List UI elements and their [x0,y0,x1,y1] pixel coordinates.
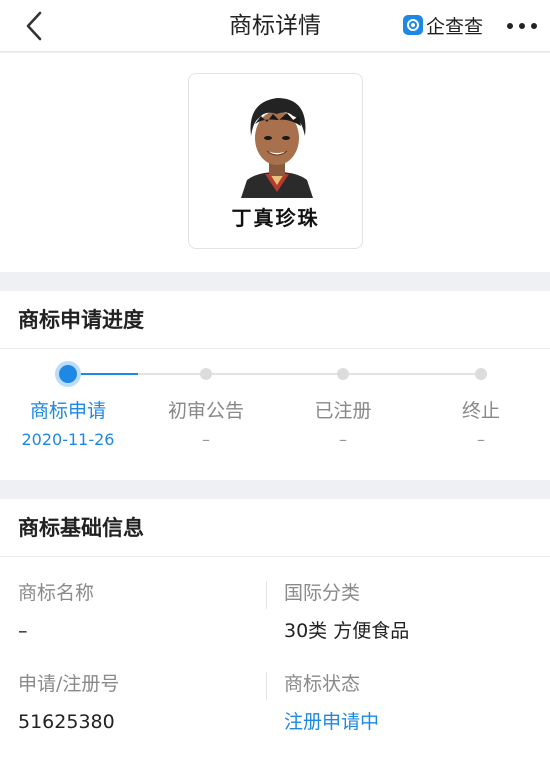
info-international-class: 国际分类 30类 方便食品 [284,581,544,643]
trademark-hero: 丁真珍珠 [0,53,550,272]
info-value: 51625380 [18,711,115,733]
trademark-image-card[interactable]: 丁真珍珠 [188,73,363,249]
info-trademark-name: 商标名称 – [18,581,278,643]
application-progress-section: 商标申请进度 商标申请 2020-11-26 初审公告 – 已注册 – 终止 – [0,291,550,480]
step-dot [337,368,349,380]
step-date: – [339,430,347,449]
trademark-text: 丁真珍珠 [231,206,320,230]
step-application: 商标申请 2020-11-26 [0,349,137,457]
column-divider [266,581,267,609]
step-registered: 已注册 – [274,349,412,457]
section-title: 商标申请进度 [0,291,550,349]
info-registration-number: 申请/注册号 51625380 [18,672,278,734]
step-label: 终止 [461,400,500,422]
info-trademark-status: 商标状态 注册申请中 [284,672,544,734]
section-title: 商标基础信息 [0,499,550,557]
info-label: 商标状态 [284,673,361,695]
more-icon[interactable] [506,14,538,38]
step-dot [59,365,77,383]
info-value: – [18,620,28,642]
step-preliminary-announcement: 初审公告 – [137,349,275,457]
step-date: – [202,430,210,449]
brand-name: 企查查 [426,15,484,38]
brand-logo[interactable]: 企查查 [403,13,484,38]
qichacha-logo-icon [403,15,423,35]
step-label: 已注册 [314,400,372,422]
progress-steps: 商标申请 2020-11-26 初审公告 – 已注册 – 终止 – [0,349,550,480]
step-dot [200,368,212,380]
basic-info-section: 商标基础信息 商标名称 – 国际分类 30类 方便食品 申请/注册号 51625… [0,499,550,770]
step-date: – [477,430,485,449]
nav-bar: 商标详情 企查查 [0,0,550,52]
info-value: 30类 方便食品 [284,620,410,642]
column-divider [266,672,267,700]
step-label: 商标申请 [29,400,106,422]
info-label: 申请/注册号 [18,673,120,695]
info-label: 国际分类 [284,582,361,604]
step-label: 初审公告 [167,400,244,422]
step-dot [475,368,487,380]
info-label: 商标名称 [18,582,95,604]
step-date: 2020-11-26 [21,430,115,449]
step-terminated: 终止 – [412,349,550,457]
portrait-image [241,98,313,198]
status-link[interactable]: 注册申请中 [284,710,544,734]
